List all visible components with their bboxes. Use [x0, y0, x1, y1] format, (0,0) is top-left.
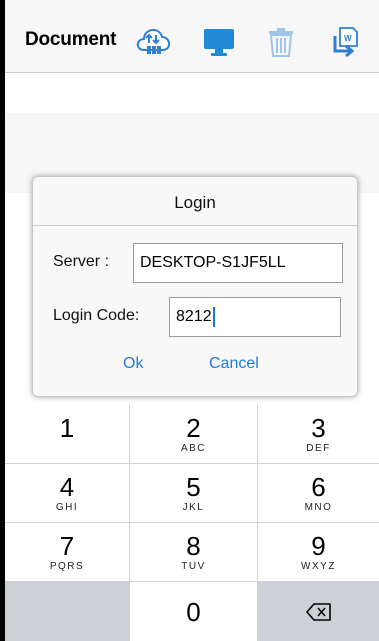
- dialog-title: Login: [174, 193, 216, 212]
- login-code-label: Login Code:: [53, 307, 140, 324]
- login-code-input[interactable]: 8212: [169, 297, 341, 337]
- key-letters: WXYZ: [301, 560, 336, 572]
- backspace-icon: [305, 602, 331, 621]
- server-row: Server :: [53, 243, 343, 283]
- login-dialog: Login Server : Login Code: 8212 Ok Cance…: [32, 176, 358, 397]
- key-digit: 2: [186, 412, 201, 443]
- key-digit: 7: [59, 530, 75, 561]
- key-9[interactable]: 9 WXYZ: [258, 523, 379, 581]
- key-letters: JKL: [182, 501, 205, 513]
- key-digit: 4: [59, 471, 75, 502]
- key-letters: GHI: [55, 501, 79, 513]
- monitor-icon[interactable]: [201, 24, 237, 60]
- key-digit: 9: [311, 530, 326, 561]
- export-document-icon[interactable]: W: [326, 24, 362, 60]
- top-toolbar: Document W: [5, 0, 379, 73]
- key-4[interactable]: 4 GHI: [5, 464, 129, 522]
- key-3[interactable]: 3 DEF: [258, 405, 379, 463]
- key-digit: 5: [186, 471, 201, 502]
- key-digit: 6: [311, 471, 326, 502]
- login-code-value: 8212: [176, 308, 212, 325]
- numeric-keypad: 1 2 ABC 3 DEF 4 GHI 5 JKL 6 MNO 7 PQRS 8…: [5, 405, 379, 641]
- key-0[interactable]: 0: [130, 582, 257, 641]
- key-letters: PQRS: [49, 560, 85, 572]
- dialog-divider: [33, 225, 357, 226]
- text-caret: [212, 307, 215, 327]
- key-6[interactable]: 6 MNO: [258, 464, 379, 522]
- key-letters: DEF: [306, 442, 331, 454]
- key-digit: 1: [59, 412, 75, 443]
- key-letters: MNO: [304, 501, 333, 513]
- status-bar: [5, 0, 379, 12]
- backspace-key[interactable]: [258, 582, 379, 641]
- cancel-button[interactable]: Cancel: [209, 355, 259, 373]
- server-label: Server :: [53, 253, 110, 270]
- key-blank: [5, 582, 129, 641]
- key-letters: TUV: [181, 560, 206, 572]
- key-1[interactable]: 1: [5, 405, 129, 463]
- login-code-row: Login Code: 8212: [53, 297, 343, 337]
- server-input[interactable]: [133, 243, 343, 283]
- key-5[interactable]: 5 JKL: [130, 464, 257, 522]
- key-digit: 8: [186, 530, 201, 561]
- toolbar-title: Document: [25, 29, 117, 50]
- ok-button[interactable]: Ok: [123, 355, 143, 373]
- key-letters: ABC: [180, 442, 207, 454]
- cloud-sync-icon[interactable]: [135, 24, 171, 60]
- key-8[interactable]: 8 TUV: [130, 523, 257, 581]
- svg-text:W: W: [344, 34, 352, 43]
- key-digit: 0: [186, 596, 201, 627]
- key-7[interactable]: 7 PQRS: [5, 523, 129, 581]
- key-2[interactable]: 2 ABC: [130, 405, 257, 463]
- trash-icon[interactable]: [263, 24, 299, 60]
- key-digit: 3: [311, 412, 326, 443]
